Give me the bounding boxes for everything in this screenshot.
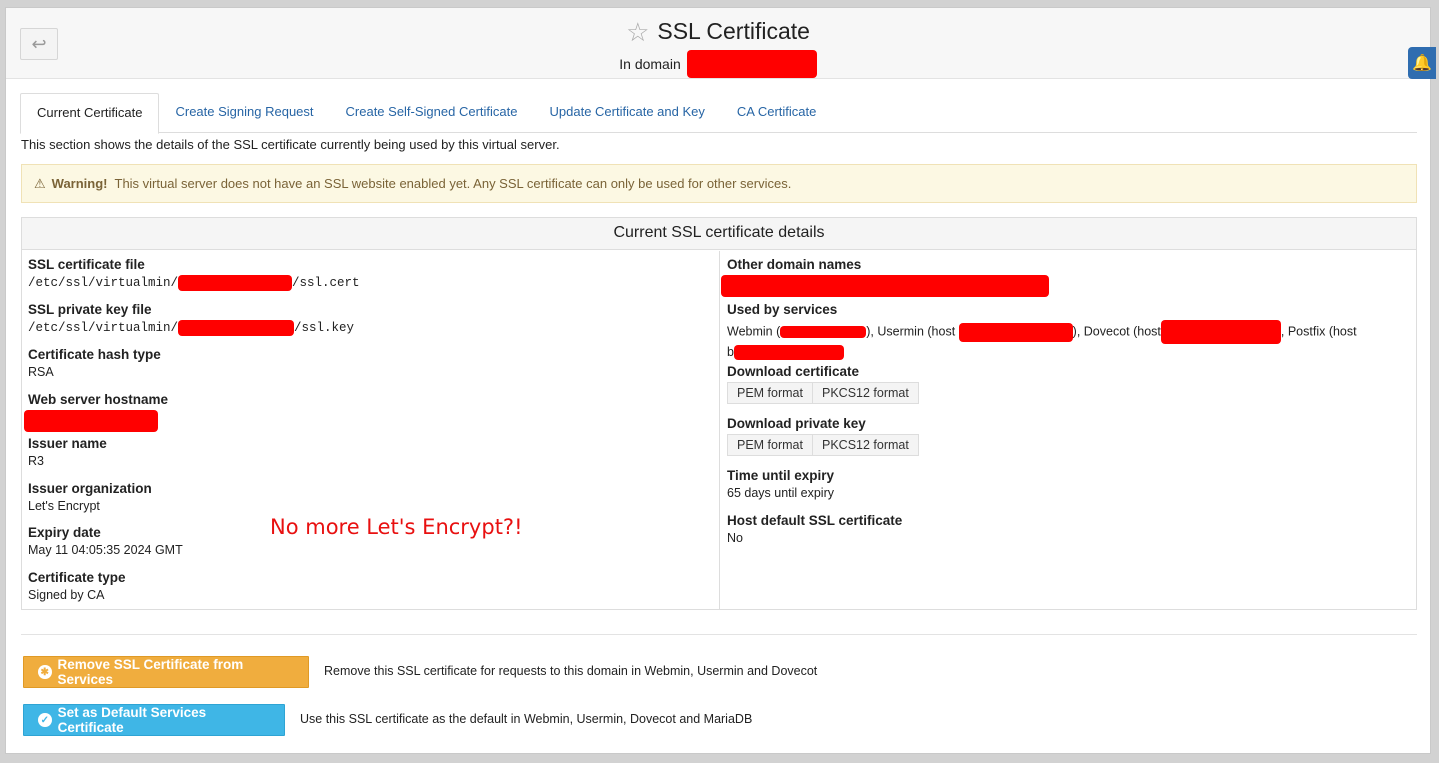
page-subtitle: In domain <box>619 50 817 78</box>
page-header: ↩ ☆ SSL Certificate In domain 🔔 <box>6 8 1436 79</box>
details-right-column: Other domain names Used by services Webm… <box>721 251 1416 609</box>
cert-file-field: SSL certificate file /etc/ssl/virtualmin… <box>28 257 360 291</box>
intro-text: This section shows the details of the SS… <box>21 137 560 152</box>
redacted-domains <box>721 275 1049 297</box>
main-frame: ↩ ☆ SSL Certificate In domain 🔔 Current … <box>5 7 1436 754</box>
check-badge-icon: ✓ <box>38 713 52 727</box>
user-annotation: No more Let's Encrypt?! <box>270 515 523 539</box>
issuer-org-field: Issuer organization Let's Encrypt <box>28 481 152 513</box>
cert-details-panel: Current SSL certificate details SSL cert… <box>21 217 1417 610</box>
download-cert-pem-button[interactable]: PEM format <box>727 382 813 404</box>
redacted-path <box>178 275 293 291</box>
panel-title: Current SSL certificate details <box>22 218 1416 250</box>
other-domains-field: Other domain names <box>721 257 1049 300</box>
cert-type-field: Certificate type Signed by CA <box>28 570 126 602</box>
tab-update-certificate-and-key[interactable]: Update Certificate and Key <box>534 93 721 133</box>
set-default-cert-button[interactable]: ✓ Set as Default Services Certificate <box>23 704 285 736</box>
warning-icon: ⚠ <box>34 175 46 191</box>
redacted-domain <box>686 50 817 78</box>
redacted-host <box>780 326 867 338</box>
bell-icon: 🔔 <box>1412 55 1432 72</box>
notification-bell-button[interactable]: 🔔 <box>1408 47 1436 79</box>
page-title: ☆ SSL Certificate <box>626 16 810 47</box>
redacted-host <box>733 345 844 361</box>
download-key-pem-button[interactable]: PEM format <box>727 434 813 456</box>
remove-ssl-cert-button[interactable]: ✱ Remove SSL Certificate from Services <box>23 656 309 688</box>
download-cert-pkcs12-button[interactable]: PKCS12 format <box>813 382 919 404</box>
gear-icon: ✱ <box>38 665 52 679</box>
hash-type-field: Certificate hash type RSA <box>28 347 161 379</box>
tab-create-self-signed-certificate[interactable]: Create Self-Signed Certificate <box>330 93 534 133</box>
title-block: ☆ SSL Certificate In domain <box>6 18 1430 78</box>
host-default-field: Host default SSL certificate No <box>727 513 903 545</box>
details-left-column: SSL certificate file /etc/ssl/virtualmin… <box>22 251 720 609</box>
tab-create-signing-request[interactable]: Create Signing Request <box>159 93 329 133</box>
tab-bar: Current Certificate Create Signing Reque… <box>20 93 1417 134</box>
tab-current-certificate[interactable]: Current Certificate <box>20 93 160 134</box>
download-key-field: Download private key PEM format PKCS12 f… <box>727 416 919 456</box>
divider <box>21 634 1417 635</box>
remove-ssl-cert-description: Remove this SSL certificate for requests… <box>324 664 818 678</box>
redacted-host <box>958 322 1073 342</box>
tab-ca-certificate[interactable]: CA Certificate <box>721 93 832 133</box>
services-field: Used by services Webmin (), Usermin (hos… <box>727 302 1357 361</box>
redacted-path <box>178 320 295 336</box>
redacted-host <box>1160 320 1281 344</box>
issuer-name-field: Issuer name R3 <box>28 436 107 468</box>
star-icon[interactable]: ☆ <box>626 19 649 45</box>
warning-alert: ⚠ Warning! This virtual server does not … <box>21 164 1417 203</box>
set-default-cert-description: Use this SSL certificate as the default … <box>300 712 753 726</box>
download-key-pkcs12-button[interactable]: PKCS12 format <box>813 434 919 456</box>
download-cert-field: Download certificate PEM format PKCS12 f… <box>727 364 919 404</box>
hostname-field: Web server hostname <box>24 392 168 435</box>
expiry-time-field: Time until expiry 65 days until expiry <box>727 468 835 500</box>
redacted-hostname <box>24 410 158 432</box>
expiry-date-field: Expiry date May 11 04:05:35 2024 GMT <box>28 525 183 557</box>
key-file-field: SSL private key file /etc/ssl/virtualmin… <box>28 302 355 336</box>
